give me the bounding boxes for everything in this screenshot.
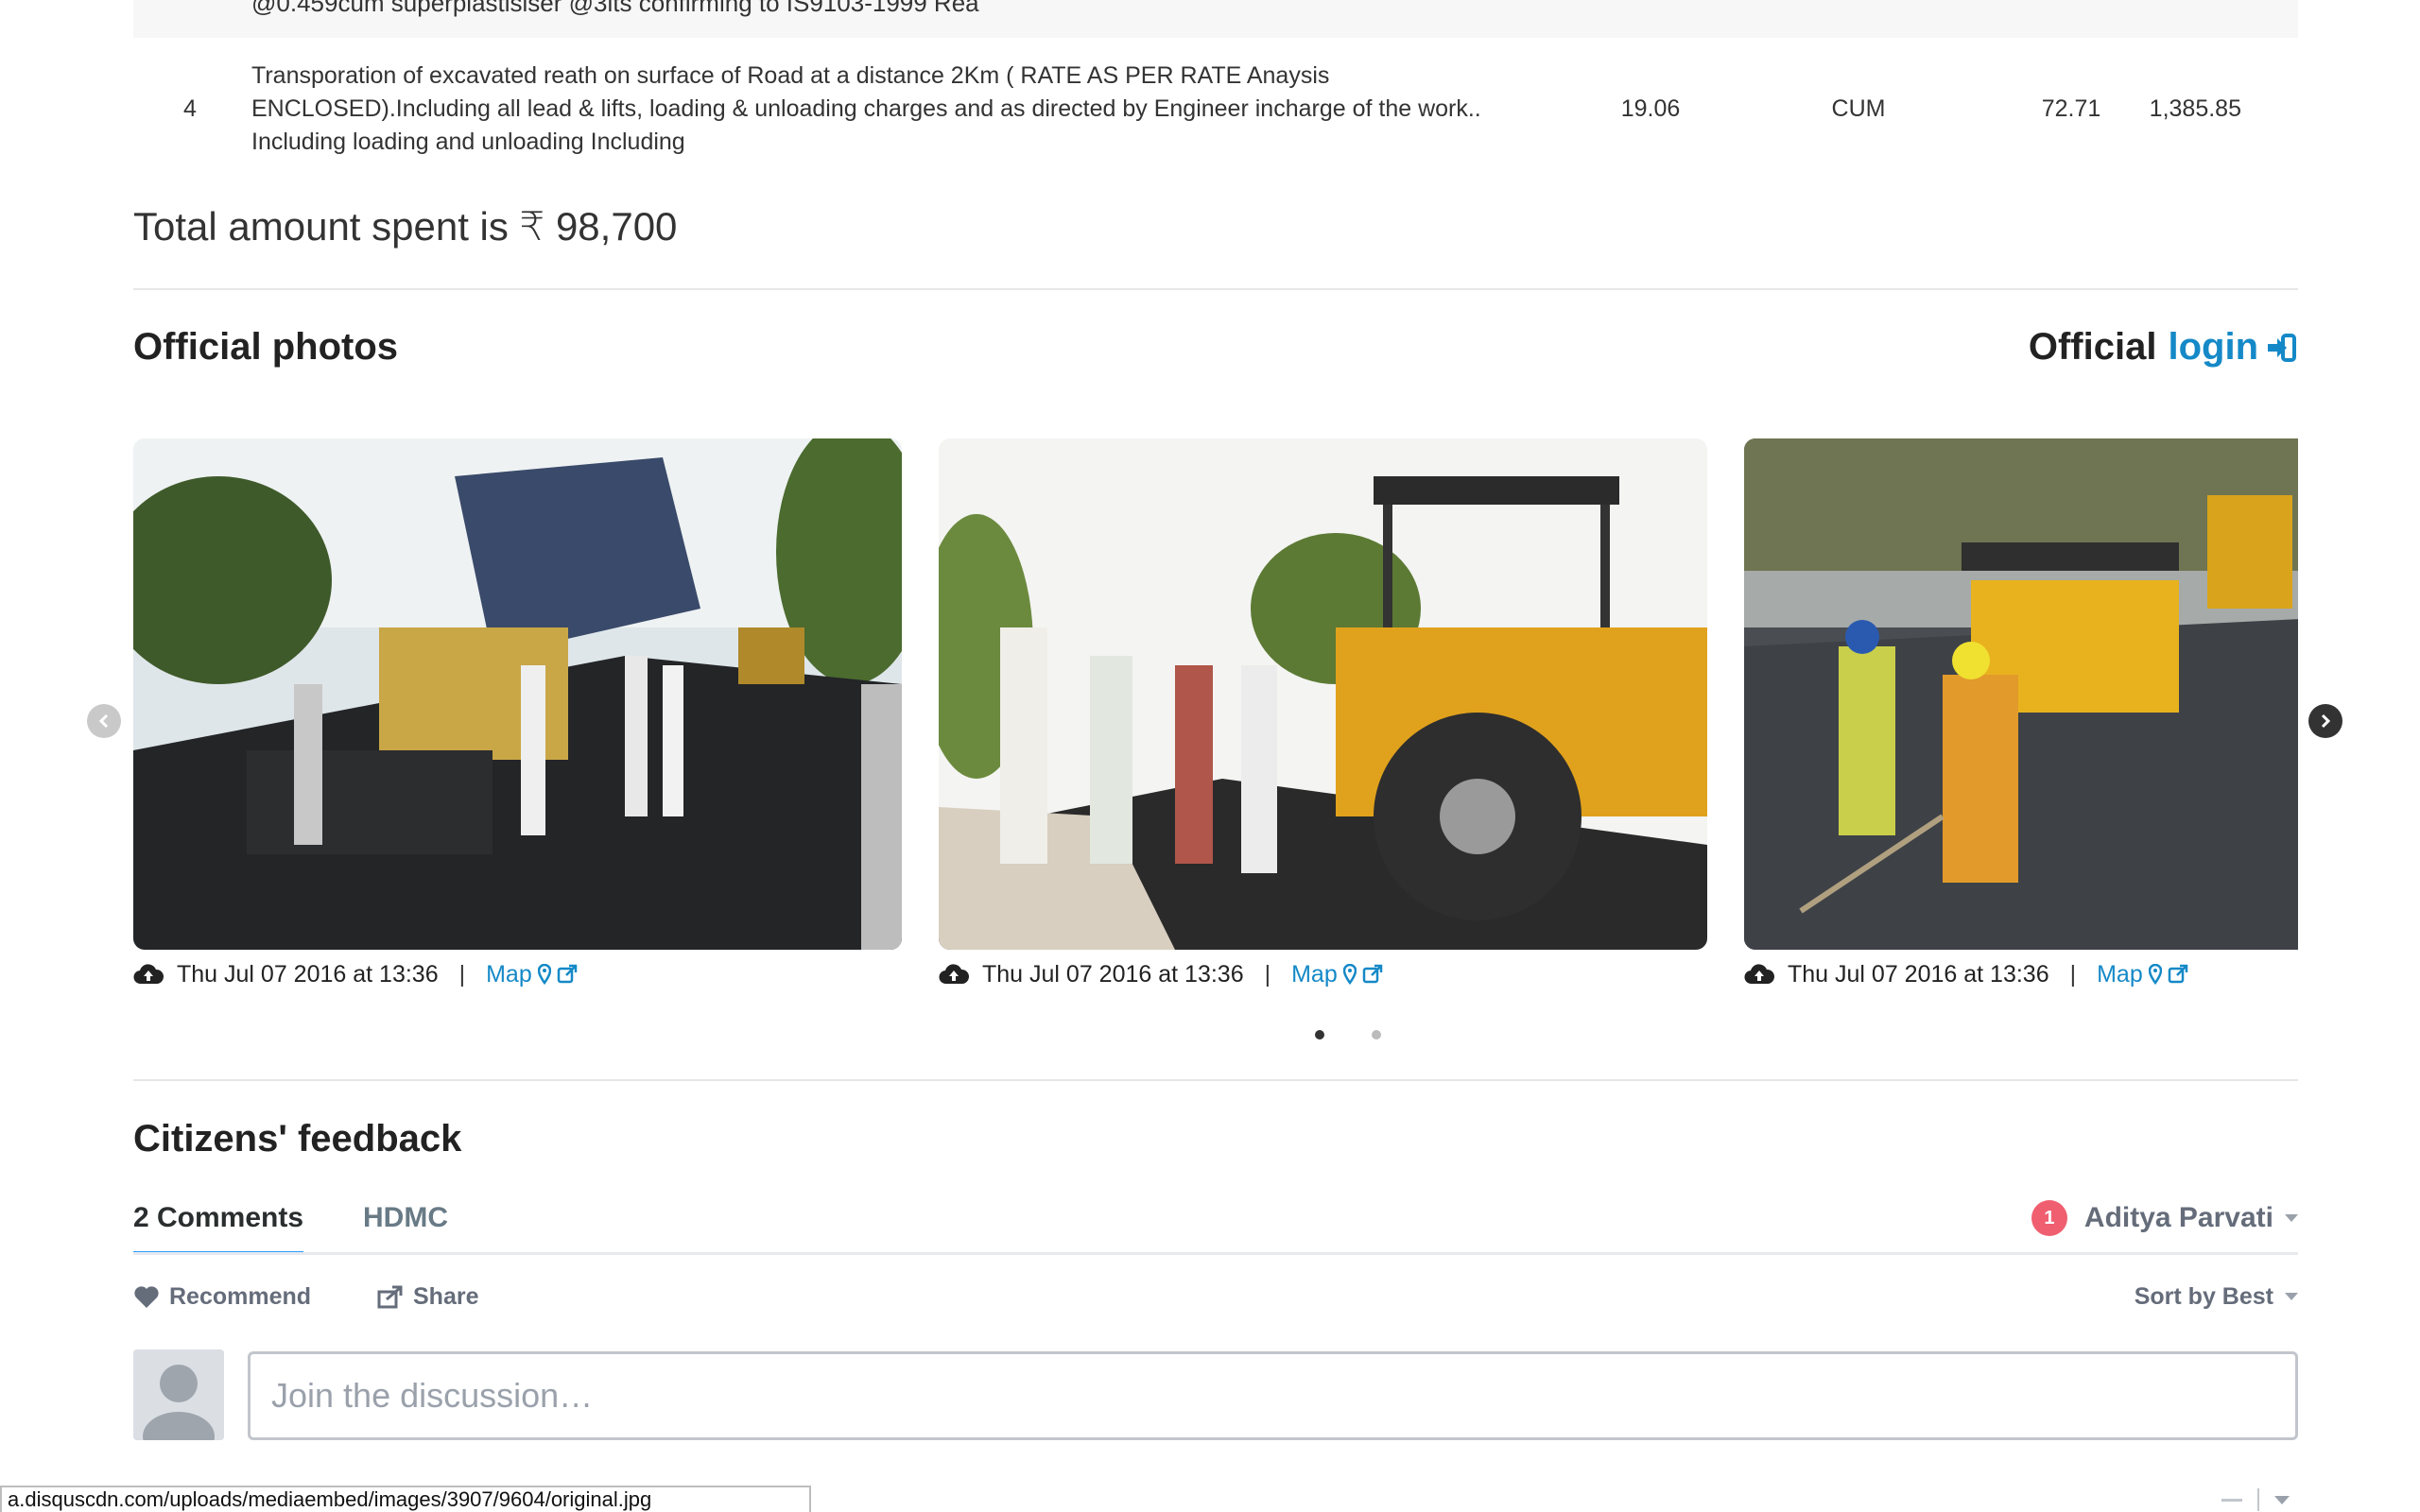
separator: | bbox=[458, 960, 466, 988]
carousel-slide: Thu Jul 07 2016 at 13:36 | Map bbox=[939, 438, 1707, 991]
road-workers-photo[interactable] bbox=[1744, 438, 2298, 950]
browser-status-url: a.disquscdn.com/uploads/mediaembed/image… bbox=[0, 1486, 811, 1512]
divider bbox=[133, 1079, 2298, 1081]
chevron-right-icon bbox=[2321, 713, 2331, 729]
external-link-icon bbox=[2168, 964, 2187, 984]
minimize-icon[interactable] bbox=[2221, 1498, 2242, 1502]
table-row-previous: @0.459cum superplastisiser @3lts confirm… bbox=[133, 0, 2298, 38]
official-login: Official login bbox=[2029, 326, 2298, 369]
tab-hdmc[interactable]: HDMC bbox=[363, 1202, 448, 1234]
sign-in-icon bbox=[2268, 333, 2296, 362]
map-marker-icon bbox=[2148, 964, 2162, 985]
sort-dropdown[interactable]: Sort by Best bbox=[2135, 1278, 2298, 1315]
map-link[interactable]: Map bbox=[2097, 961, 2188, 988]
external-link-icon bbox=[557, 964, 577, 984]
carousel-slide: Thu Jul 07 2016 at 13:36 | Map bbox=[133, 438, 902, 991]
cloud-upload-icon bbox=[1744, 963, 1774, 986]
cloud-upload-icon bbox=[133, 963, 164, 986]
photo-date: Thu Jul 07 2016 at 13:36 bbox=[177, 960, 439, 988]
disqus-footer-controls bbox=[2221, 1488, 2290, 1511]
table-cell-description: @0.459cum superplastisiser @3lts confirm… bbox=[251, 0, 979, 17]
carousel-slide: Thu Jul 07 2016 at 13:36 | Map bbox=[1744, 438, 2298, 991]
map-link-label: Map bbox=[1291, 960, 1338, 988]
share-button[interactable]: Share bbox=[377, 1278, 478, 1315]
map-link-label: Map bbox=[2097, 960, 2143, 988]
map-marker-icon bbox=[1342, 964, 1357, 985]
map-link[interactable]: Map bbox=[1291, 961, 1383, 988]
tab-comments[interactable]: 2 Comments bbox=[133, 1202, 304, 1255]
table-cell-sno: 4 bbox=[183, 94, 197, 122]
comment-input[interactable]: Join the discussion… bbox=[248, 1351, 2298, 1440]
login-link[interactable]: login bbox=[2168, 326, 2298, 369]
map-marker-icon bbox=[537, 964, 551, 985]
user-name: Aditya Parvati bbox=[2083, 1202, 2273, 1233]
chevron-left-icon bbox=[98, 713, 109, 729]
share-label: Share bbox=[413, 1282, 479, 1310]
recommend-label: Recommend bbox=[169, 1282, 312, 1310]
chevron-down-icon bbox=[2285, 1214, 2298, 1222]
login-link-label: login bbox=[2168, 326, 2258, 368]
carousel-dot-2[interactable] bbox=[1372, 1030, 1381, 1040]
user-menu[interactable]: 1 Aditya Parvati bbox=[2031, 1200, 2298, 1236]
photo-date: Thu Jul 07 2016 at 13:36 bbox=[982, 960, 1244, 988]
citizens-feedback-title: Citizens' feedback bbox=[133, 1118, 462, 1160]
chevron-down-icon[interactable] bbox=[2274, 1495, 2290, 1504]
carousel-prev-button[interactable] bbox=[87, 704, 121, 738]
external-link-icon bbox=[1362, 964, 1382, 984]
road-paving-photo[interactable] bbox=[133, 438, 902, 950]
photo-carousel: Thu Jul 07 2016 at 13:36 | Map Thu Jul 0… bbox=[133, 438, 2298, 1005]
divider bbox=[133, 288, 2298, 290]
heart-icon bbox=[134, 1286, 159, 1308]
photo-meta: Thu Jul 07 2016 at 13:36 | Map bbox=[939, 957, 1707, 991]
comments-tabs: 2 Comments HDMC 1 Aditya Parvati bbox=[133, 1193, 2298, 1255]
avatar bbox=[133, 1349, 224, 1440]
carousel-next-button[interactable] bbox=[2308, 704, 2342, 738]
separator: | bbox=[2069, 960, 2077, 988]
page: @0.459cum superplastisiser @3lts confirm… bbox=[0, 0, 2420, 1512]
carousel-dot-1[interactable] bbox=[1315, 1030, 1324, 1040]
table-cell-description: Transporation of excavated reath on surf… bbox=[251, 61, 1481, 155]
official-login-prefix: Official bbox=[2028, 326, 2157, 368]
divider bbox=[2257, 1488, 2259, 1511]
map-link[interactable]: Map bbox=[486, 961, 578, 988]
chevron-down-icon bbox=[2285, 1293, 2298, 1300]
official-photos-title: Official photos bbox=[133, 326, 398, 368]
comment-composer: Join the discussion… bbox=[133, 1349, 2298, 1440]
total-amount-text: Total amount spent is ₹ 98,700 bbox=[133, 204, 678, 249]
table-cell-amount: 1,385.85 bbox=[2149, 94, 2241, 122]
photo-meta: Thu Jul 07 2016 at 13:36 | Map bbox=[133, 957, 902, 991]
map-link-label: Map bbox=[486, 960, 532, 988]
tabs-divider bbox=[133, 1252, 2298, 1255]
road-roller-photo[interactable] bbox=[939, 438, 1707, 950]
share-icon bbox=[377, 1285, 403, 1309]
carousel-pagination bbox=[1315, 1030, 1381, 1040]
sort-label: Sort by Best bbox=[2134, 1282, 2273, 1310]
separator: | bbox=[1264, 960, 1271, 988]
cloud-upload-icon bbox=[939, 963, 969, 986]
table-row: 4 Transporation of excavated reath on su… bbox=[133, 38, 2298, 180]
recommend-button[interactable]: Recommend bbox=[133, 1278, 311, 1315]
photo-meta: Thu Jul 07 2016 at 13:36 | Map bbox=[1744, 957, 2298, 991]
notification-badge: 1 bbox=[2031, 1200, 2067, 1236]
comment-actions: Recommend Share Sort by Best bbox=[133, 1278, 2298, 1315]
photo-date: Thu Jul 07 2016 at 13:36 bbox=[1788, 960, 2049, 988]
